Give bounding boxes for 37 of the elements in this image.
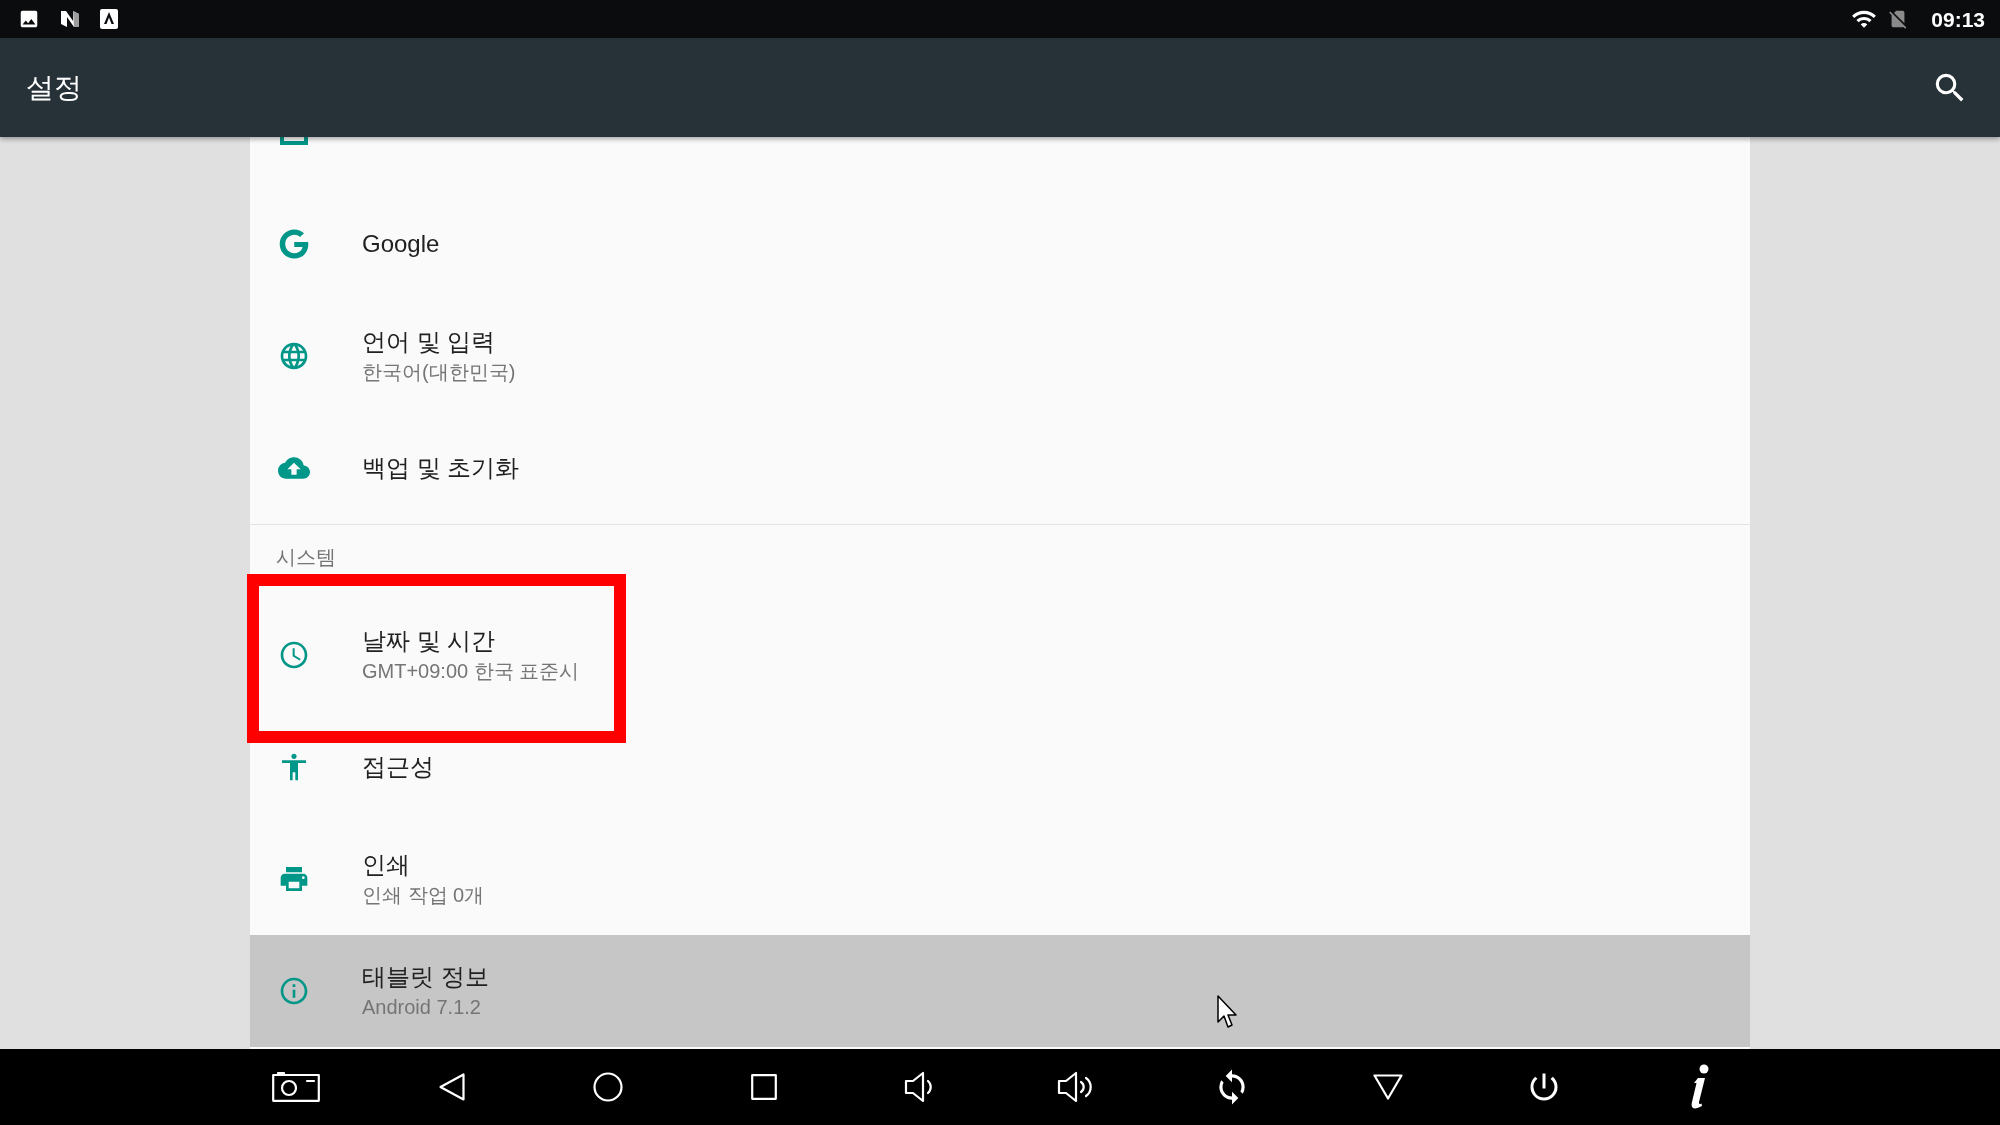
mouse-pointer-icon — [1217, 995, 1239, 1029]
item-subtitle: Android 7.1.2 — [362, 995, 482, 1020]
info-icon — [278, 975, 310, 1007]
settings-item[interactable]: 태블릿 정보 Android 7.1.2 — [250, 935, 1750, 1047]
item-title: 접근성 — [362, 752, 434, 782]
camera-icon — [272, 1072, 320, 1102]
clock-time: 09:13 — [1931, 8, 1985, 30]
speaker-loud-icon — [1057, 1071, 1095, 1103]
image-icon — [18, 8, 40, 30]
g-icon — [279, 229, 309, 259]
settings-item[interactable]: Google — [250, 188, 1750, 300]
settings-item[interactable]: 접근성 — [250, 711, 1750, 823]
letter-tile-icon — [100, 9, 118, 29]
settings-item[interactable]: 언어 및 입력 한국어(대한민국) — [250, 300, 1750, 412]
recents-icon — [751, 1074, 777, 1100]
app-bar-title: 설정 — [26, 73, 82, 102]
item-subtitle: 한국어(대한민국) — [362, 360, 516, 385]
n-logo-icon — [60, 9, 80, 29]
settings-item[interactable]: 인쇄 인쇄 작업 0개 — [250, 823, 1750, 935]
item-title: 언어 및 입력 — [362, 327, 497, 357]
section-header: 시스템 — [276, 546, 336, 568]
item-subtitle: 인쇄 작업 0개 — [362, 883, 485, 908]
clock-icon — [278, 639, 310, 671]
item-title: 인쇄 — [362, 850, 411, 880]
globe-icon — [278, 340, 310, 372]
item-title: 태블릿 정보 — [362, 962, 489, 992]
settings-item[interactable]: 날짜 및 시간 GMT+09:00 한국 표준시 — [250, 599, 1750, 711]
back-icon — [439, 1073, 465, 1101]
item-title: 백업 및 초기화 — [362, 453, 520, 483]
home-icon — [593, 1072, 623, 1102]
partial-icon — [280, 137, 308, 145]
down-triangle-icon — [1373, 1074, 1403, 1100]
item-title: 날짜 및 시간 — [362, 626, 497, 656]
item-subtitle: GMT+09:00 한국 표준시 — [362, 659, 580, 684]
item-title: Google — [362, 229, 440, 259]
italic-i-icon — [1690, 1064, 1710, 1110]
settings-item[interactable]: 백업 및 초기화 — [250, 412, 1750, 524]
